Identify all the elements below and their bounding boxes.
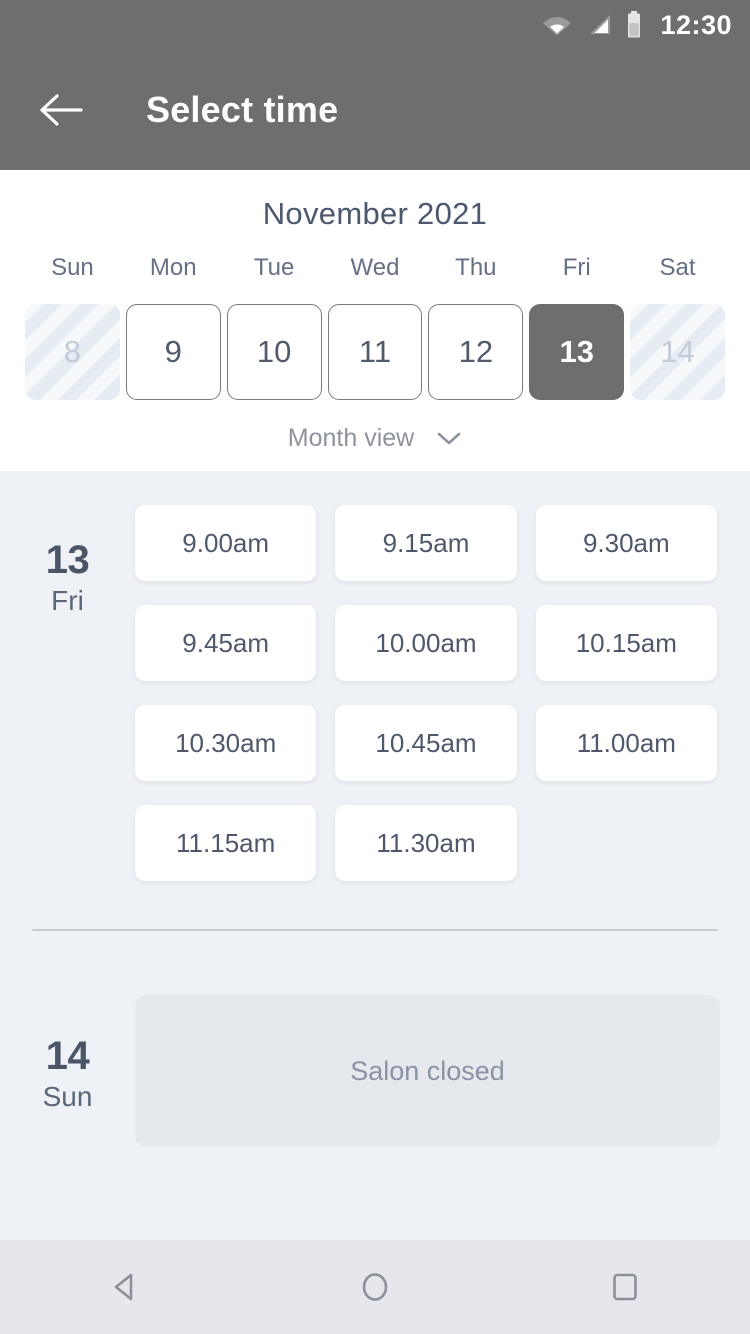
salon-closed-panel: Salon closed — [135, 995, 720, 1147]
page-title: Select time — [146, 89, 339, 130]
chevron-down-icon — [437, 432, 461, 444]
time-slot[interactable]: 9.15am — [335, 505, 517, 581]
time-slot[interactable]: 10.45am — [335, 705, 517, 781]
app-bar: Select time — [0, 50, 750, 170]
time-slot[interactable]: 11.15am — [135, 805, 317, 881]
time-slot[interactable]: 11.00am — [535, 705, 717, 781]
schedule-day-number: 14 — [45, 1034, 90, 1078]
schedule-group-13: 13 Fri 9.00am 9.15am 9.30am 9.45am 10.00… — [0, 505, 750, 881]
weekday-header-row: Sun Mon Tue Wed Thu Fri Sat — [0, 254, 750, 304]
weekday-label: Sun — [51, 254, 94, 281]
calendar-day-9[interactable]: 9 — [125, 304, 221, 400]
calendar-day-12[interactable]: 12 — [428, 304, 524, 400]
calendar-day-11[interactable]: 11 — [327, 304, 423, 400]
weekday-label: Sat — [659, 254, 696, 281]
nav-home-button[interactable] — [330, 1242, 420, 1332]
time-slot[interactable]: 9.30am — [535, 505, 717, 581]
weekday-label: Wed — [350, 254, 400, 281]
recents-square-icon — [613, 1273, 637, 1301]
back-button[interactable] — [34, 82, 90, 138]
battery-icon — [626, 11, 642, 39]
time-slot[interactable]: 10.00am — [335, 605, 517, 681]
month-view-toggle[interactable]: Month view — [0, 400, 750, 453]
calendar-day-8: 8 — [25, 304, 120, 400]
weekday-label: Mon — [149, 254, 197, 281]
home-circle-icon — [362, 1273, 388, 1301]
schedule-day-name: Sun — [42, 1081, 93, 1112]
calendar-month-title: November 2021 — [262, 196, 488, 231]
back-triangle-icon — [114, 1273, 133, 1301]
schedule-day-name: Fri — [51, 585, 84, 616]
calendar-day-10[interactable]: 10 — [226, 304, 322, 400]
back-arrow-icon — [40, 94, 83, 126]
time-slot[interactable]: 11.30am — [335, 805, 517, 881]
weekday-label: Thu — [455, 254, 497, 281]
status-bar: 12:30 — [0, 0, 750, 50]
time-slot-grid: 9.00am 9.15am 9.30am 9.45am 10.00am 10.1… — [135, 505, 720, 881]
group-divider — [32, 929, 718, 931]
schedule-list: 13 Fri 9.00am 9.15am 9.30am 9.45am 10.00… — [0, 471, 750, 1231]
calendar-day-14: 14 — [630, 304, 725, 400]
cellular-signal-icon — [586, 13, 612, 37]
calendar-card: November 2021 Sun Mon Tue Wed Thu Fri Sa… — [0, 170, 750, 471]
month-view-label: Month view — [287, 424, 415, 452]
weekday-label: Tue — [253, 254, 295, 281]
nav-back-button[interactable] — [80, 1242, 170, 1332]
schedule-group-14: 14 Sun Salon closed — [0, 995, 750, 1147]
status-bar-clock: 12:30 — [660, 9, 732, 40]
nav-recents-button[interactable] — [580, 1242, 670, 1332]
weekday-label: Fri — [562, 254, 591, 281]
calendar-day-row: 8 9 10 11 12 13 14 — [0, 304, 750, 400]
schedule-day-label: 13 Fri — [0, 505, 135, 881]
schedule-day-label: 14 Sun — [0, 995, 135, 1147]
time-slot[interactable]: 10.15am — [535, 605, 717, 681]
time-slot[interactable]: 10.30am — [135, 705, 317, 781]
app-screen: 12:30 Select time November 2021 Sun Mon … — [0, 0, 750, 1334]
schedule-day-number: 13 — [45, 538, 90, 582]
wifi-icon — [542, 13, 572, 37]
time-slot[interactable]: 9.00am — [135, 505, 317, 581]
android-nav-bar — [0, 1240, 750, 1334]
time-slot[interactable]: 9.45am — [135, 605, 317, 681]
calendar-day-13[interactable]: 13 — [529, 304, 625, 400]
